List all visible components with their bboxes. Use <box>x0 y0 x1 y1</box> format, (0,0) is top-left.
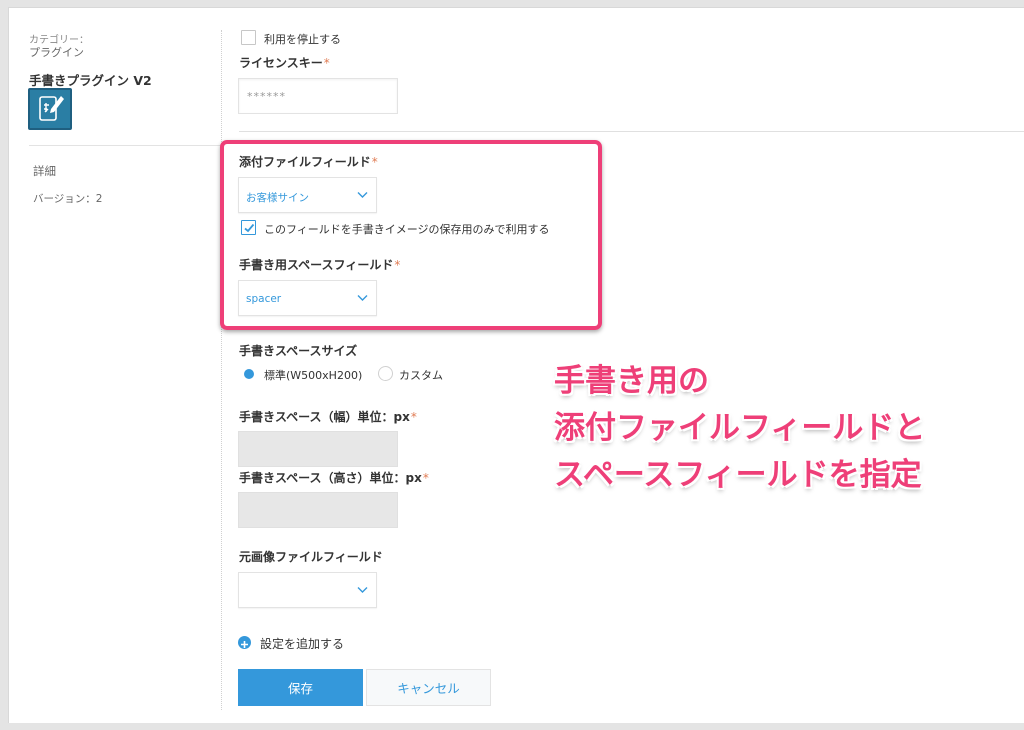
space-width-label-text: 手書きスペース（幅）単位：px <box>239 410 410 424</box>
plus-circle-icon <box>238 636 251 649</box>
space-width-label: 手書きスペース（幅）単位：px* <box>239 408 417 425</box>
highlight-frame <box>220 140 602 330</box>
size-standard-radio[interactable] <box>241 366 256 381</box>
required-mark: * <box>422 471 429 485</box>
column-divider <box>221 30 222 710</box>
version-value: 2 <box>95 193 103 205</box>
size-custom-label: カスタム <box>399 369 443 382</box>
size-custom-radio[interactable] <box>378 366 393 381</box>
annotation-line-3: スペースフィールドを指定 <box>554 457 922 493</box>
required-mark: * <box>410 410 417 424</box>
category-value: プラグイン <box>29 46 84 59</box>
cancel-button[interactable]: キャンセル <box>366 669 491 706</box>
space-height-label-text: 手書きスペース（高さ）単位：px <box>239 471 422 485</box>
version-label: バージョン： <box>33 193 96 205</box>
add-setting-label: 設定を追加する <box>260 637 345 651</box>
original-image-field-select[interactable] <box>238 572 377 608</box>
space-height-input[interactable] <box>238 492 398 528</box>
save-button[interactable]: 保存 <box>238 669 363 706</box>
version-info: バージョン：2 <box>33 191 102 206</box>
annotation-line-2: 添付ファイルフィールドと <box>554 410 926 446</box>
space-size-label: 手書きスペースサイズ <box>239 344 358 358</box>
stop-usage-checkbox[interactable] <box>241 30 256 45</box>
section-divider <box>239 131 1024 132</box>
license-key-label: ライセンスキー* <box>239 54 330 71</box>
space-width-input[interactable] <box>238 431 398 467</box>
plugin-settings-window: カテゴリー： プラグイン 手書きプラグイン V2 詳細 バージョン：2 利用を停… <box>8 7 1024 723</box>
radio-selected-dot <box>244 369 254 379</box>
license-key-input[interactable]: ****** <box>238 78 398 114</box>
original-image-field-label: 元画像ファイルフィールド <box>239 550 383 564</box>
space-height-label: 手書きスペース（高さ）単位：px* <box>239 469 429 486</box>
sidebar-divider <box>29 145 224 146</box>
size-standard-label: 標準(W500xH200) <box>264 369 363 382</box>
annotation-callout: 手書き用の 添付ファイルフィールドと スペースフィールドを指定 <box>554 358 974 499</box>
chevron-down-icon <box>357 587 368 593</box>
stop-usage-label: 利用を停止する <box>264 33 341 46</box>
license-key-label-text: ライセンスキー <box>239 56 323 70</box>
required-mark: * <box>323 56 330 70</box>
handwriting-plugin-icon <box>28 88 72 130</box>
plugin-name: 手書きプラグイン V2 <box>29 73 152 88</box>
sidebar-item-detail[interactable]: 詳細 <box>33 163 56 179</box>
annotation-line-1: 手書き用の <box>554 363 709 399</box>
